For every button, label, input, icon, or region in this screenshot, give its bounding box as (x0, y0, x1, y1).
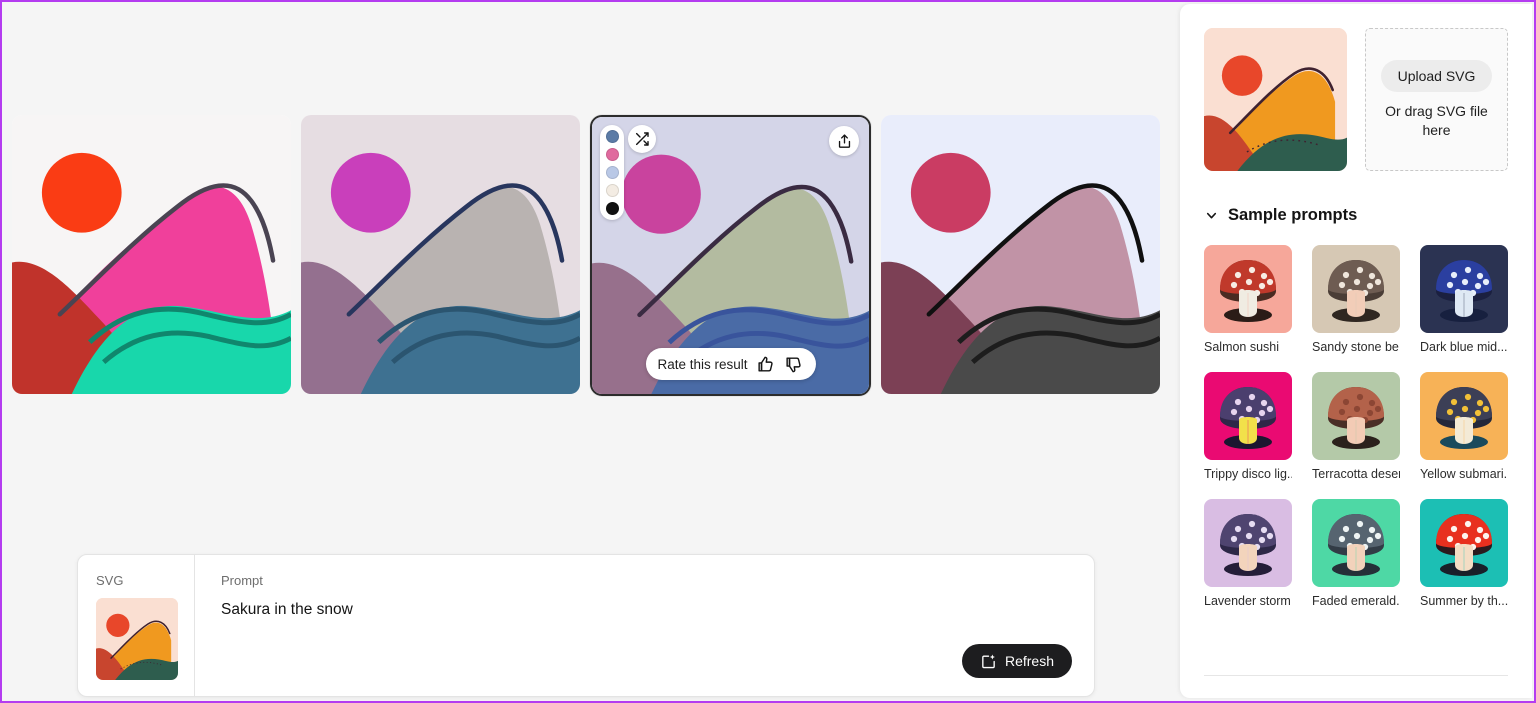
svg-label: SVG (96, 573, 124, 588)
drop-hint-text: Or drag SVG file here (1385, 102, 1488, 138)
sample-prompt-item[interactable]: Salmon sushi (1204, 245, 1292, 354)
panel-divider (1204, 675, 1508, 676)
sample-prompts-header[interactable]: Sample prompts (1204, 206, 1508, 225)
sample-prompts-title: Sample prompts (1228, 206, 1358, 224)
upload-row: Upload SVG Or drag SVG file here (1204, 28, 1508, 171)
swatch-pink[interactable] (605, 148, 619, 161)
sample-prompt-label: Lavender storm (1204, 594, 1291, 608)
rate-result-bar: Rate this result (645, 348, 816, 380)
source-preview-thumbnail[interactable] (1204, 28, 1347, 171)
sample-prompt-thumbnail (1204, 372, 1292, 460)
sample-prompt-label: Terracotta desert (1312, 467, 1400, 481)
sample-prompt-label: Trippy disco lig... (1204, 467, 1292, 481)
result-card-3[interactable]: Rate this result (590, 115, 871, 396)
shuffle-colors-button[interactable] (628, 125, 656, 153)
sample-prompt-item[interactable]: Yellow submari... (1420, 372, 1508, 481)
generation-workspace: Rate this result SVG Prompt Sakura in th… (2, 2, 1184, 701)
share-icon (836, 133, 853, 150)
sample-prompt-item[interactable]: Lavender storm (1204, 499, 1292, 608)
result-card-1[interactable] (12, 115, 291, 394)
swatch-cream[interactable] (605, 184, 619, 197)
prompt-bar: SVG Prompt Sakura in the snow Refresh (77, 554, 1095, 697)
sample-prompt-item[interactable]: Trippy disco lig... (1204, 372, 1292, 481)
results-row: Rate this result (12, 115, 1160, 396)
svg-dropzone[interactable]: Upload SVG Or drag SVG file here (1365, 28, 1508, 171)
swatch-light-blue[interactable] (605, 166, 619, 179)
sample-prompt-thumbnail (1312, 499, 1400, 587)
svg-source-column: SVG (78, 555, 194, 696)
swatch-black[interactable] (605, 202, 619, 215)
refresh-button[interactable]: Refresh (961, 644, 1072, 678)
svg-source-thumbnail[interactable] (96, 598, 178, 680)
color-swatch-rail (600, 125, 624, 220)
sample-prompt-thumbnail (1204, 499, 1292, 587)
sample-prompt-item[interactable]: Terracotta desert (1312, 372, 1400, 481)
right-sidebar: Upload SVG Or drag SVG file here Sample … (1180, 4, 1532, 698)
shuffle-icon (634, 131, 650, 147)
refresh-sparkle-icon (980, 653, 997, 670)
sample-prompt-thumbnail (1312, 372, 1400, 460)
thumbs-down-icon[interactable] (784, 354, 804, 374)
sample-prompt-item[interactable]: Dark blue mid... (1420, 245, 1508, 354)
sample-prompt-thumbnail (1204, 245, 1292, 333)
sample-prompt-thumbnail (1420, 245, 1508, 333)
sample-prompt-thumbnail (1420, 372, 1508, 460)
result-card-4[interactable] (881, 115, 1160, 394)
upload-svg-button[interactable]: Upload SVG (1380, 59, 1493, 92)
app-viewport: Rate this result SVG Prompt Sakura in th… (0, 0, 1536, 703)
refresh-button-label: Refresh (1004, 653, 1054, 669)
result-card-2[interactable] (301, 115, 580, 394)
prompt-label: Prompt (221, 573, 263, 588)
sample-prompt-label: Salmon sushi (1204, 340, 1280, 354)
sample-prompt-thumbnail (1420, 499, 1508, 587)
sample-prompt-label: Yellow submari... (1420, 467, 1508, 481)
swatch-slate-blue[interactable] (605, 130, 619, 143)
sample-prompt-item[interactable]: Summer by th... (1420, 499, 1508, 608)
sample-prompts-grid: Salmon sushi Sandy stone be... Dark blue… (1204, 245, 1508, 608)
chevron-down-icon (1204, 208, 1219, 223)
sample-prompt-item[interactable]: Faded emerald... (1312, 499, 1400, 608)
sample-prompt-thumbnail (1312, 245, 1400, 333)
share-button[interactable] (829, 126, 859, 156)
thumbs-up-icon[interactable] (756, 354, 776, 374)
rate-result-label: Rate this result (657, 356, 748, 372)
sample-prompt-label: Dark blue mid... (1420, 340, 1508, 354)
sample-prompt-label: Sandy stone be... (1312, 340, 1400, 354)
sample-prompt-item[interactable]: Sandy stone be... (1312, 245, 1400, 354)
prompt-value[interactable]: Sakura in the snow (221, 601, 1074, 619)
prompt-column: Prompt Sakura in the snow Refresh (194, 555, 1094, 696)
sample-prompt-label: Faded emerald... (1312, 594, 1400, 608)
sample-prompt-label: Summer by th... (1420, 594, 1508, 608)
